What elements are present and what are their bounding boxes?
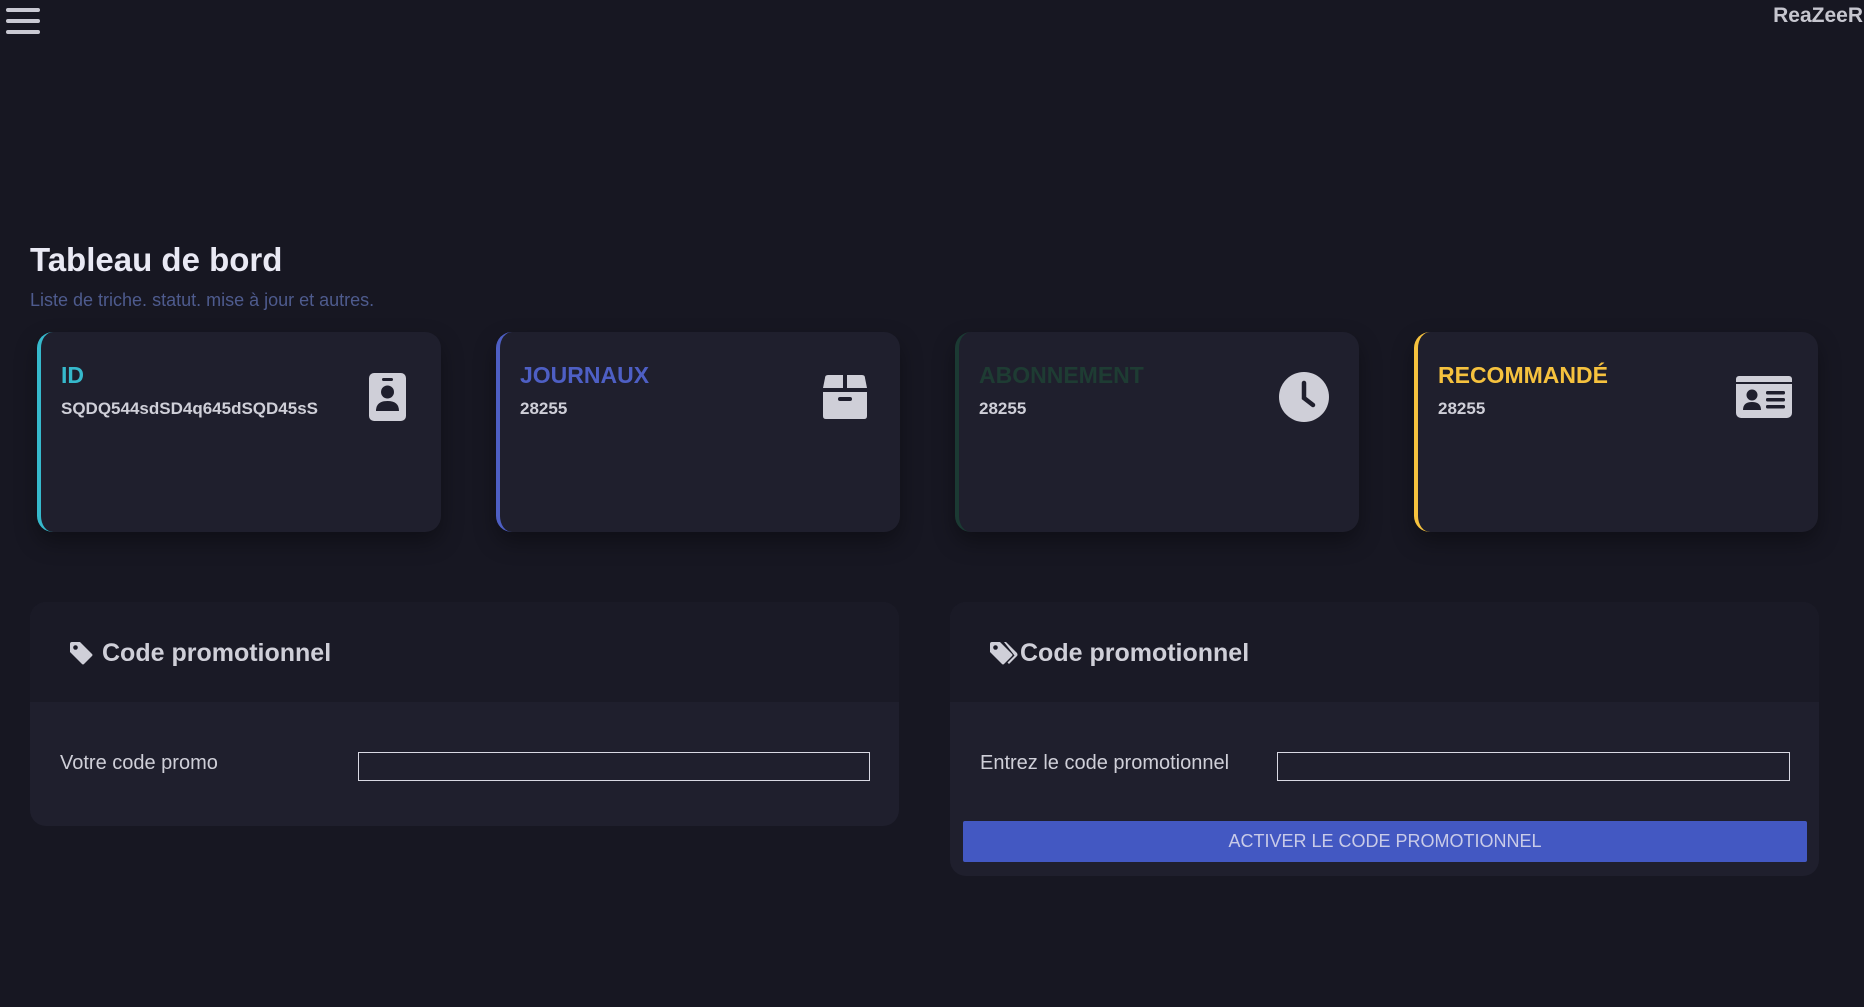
promo-code-label: Votre code promo [60,752,218,774]
tags-icon [990,642,1018,665]
page-title: Tableau de bord [30,241,283,278]
hamburger-menu-icon [6,8,40,12]
box-icon [823,375,867,419]
card-value: SQDQ544sdSD4q645dSQD45sS [61,399,319,418]
id-badge-icon [369,373,406,421]
clock-icon [1279,372,1329,422]
panel-title: Code promotionnel [102,639,332,667]
id-card: ID SQDQ544sdSD4q645dSQD45sS [37,332,441,532]
hamburger-line [6,19,40,23]
subscription-card: ABONNEMENT 28255 [955,332,1359,532]
card-label: ID [61,362,84,388]
menu-button[interactable] [4,6,42,40]
panel-header: Code promotionnel [950,602,1819,702]
card-value: 28255 [520,399,568,418]
recommended-card: RECOMMANDÉ 28255 [1414,332,1818,532]
promo-code-label: Entrez le code promotionnel [980,752,1230,774]
page-subtitle: Liste de triche. statut. mise à jour et … [30,290,375,310]
card-value: 28255 [979,399,1027,418]
promo-code-input[interactable] [1277,752,1790,781]
logs-card: JOURNAUX 28255 [496,332,900,532]
card-value: 28255 [1438,399,1486,418]
promo-code-panel: Code promotionnel Votre code promo [30,602,899,826]
panel-header: Code promotionnel [30,602,899,702]
panel-title: Code promotionnel [1020,639,1250,667]
promo-code-input[interactable] [358,752,870,781]
card-label: ABONNEMENT [979,362,1144,388]
card-label: RECOMMANDÉ [1438,362,1608,388]
tag-icon [70,642,93,665]
card-label: JOURNAUX [520,362,650,388]
id-card-icon [1736,376,1792,418]
brand-name: ReaZeeR [1773,4,1863,27]
hamburger-line [6,30,40,34]
activate-promo-panel: Code promotionnel Entrez le code promoti… [950,602,1819,876]
activate-promo-button[interactable]: ACTIVER LE CODE PROMOTIONNEL [963,821,1807,862]
